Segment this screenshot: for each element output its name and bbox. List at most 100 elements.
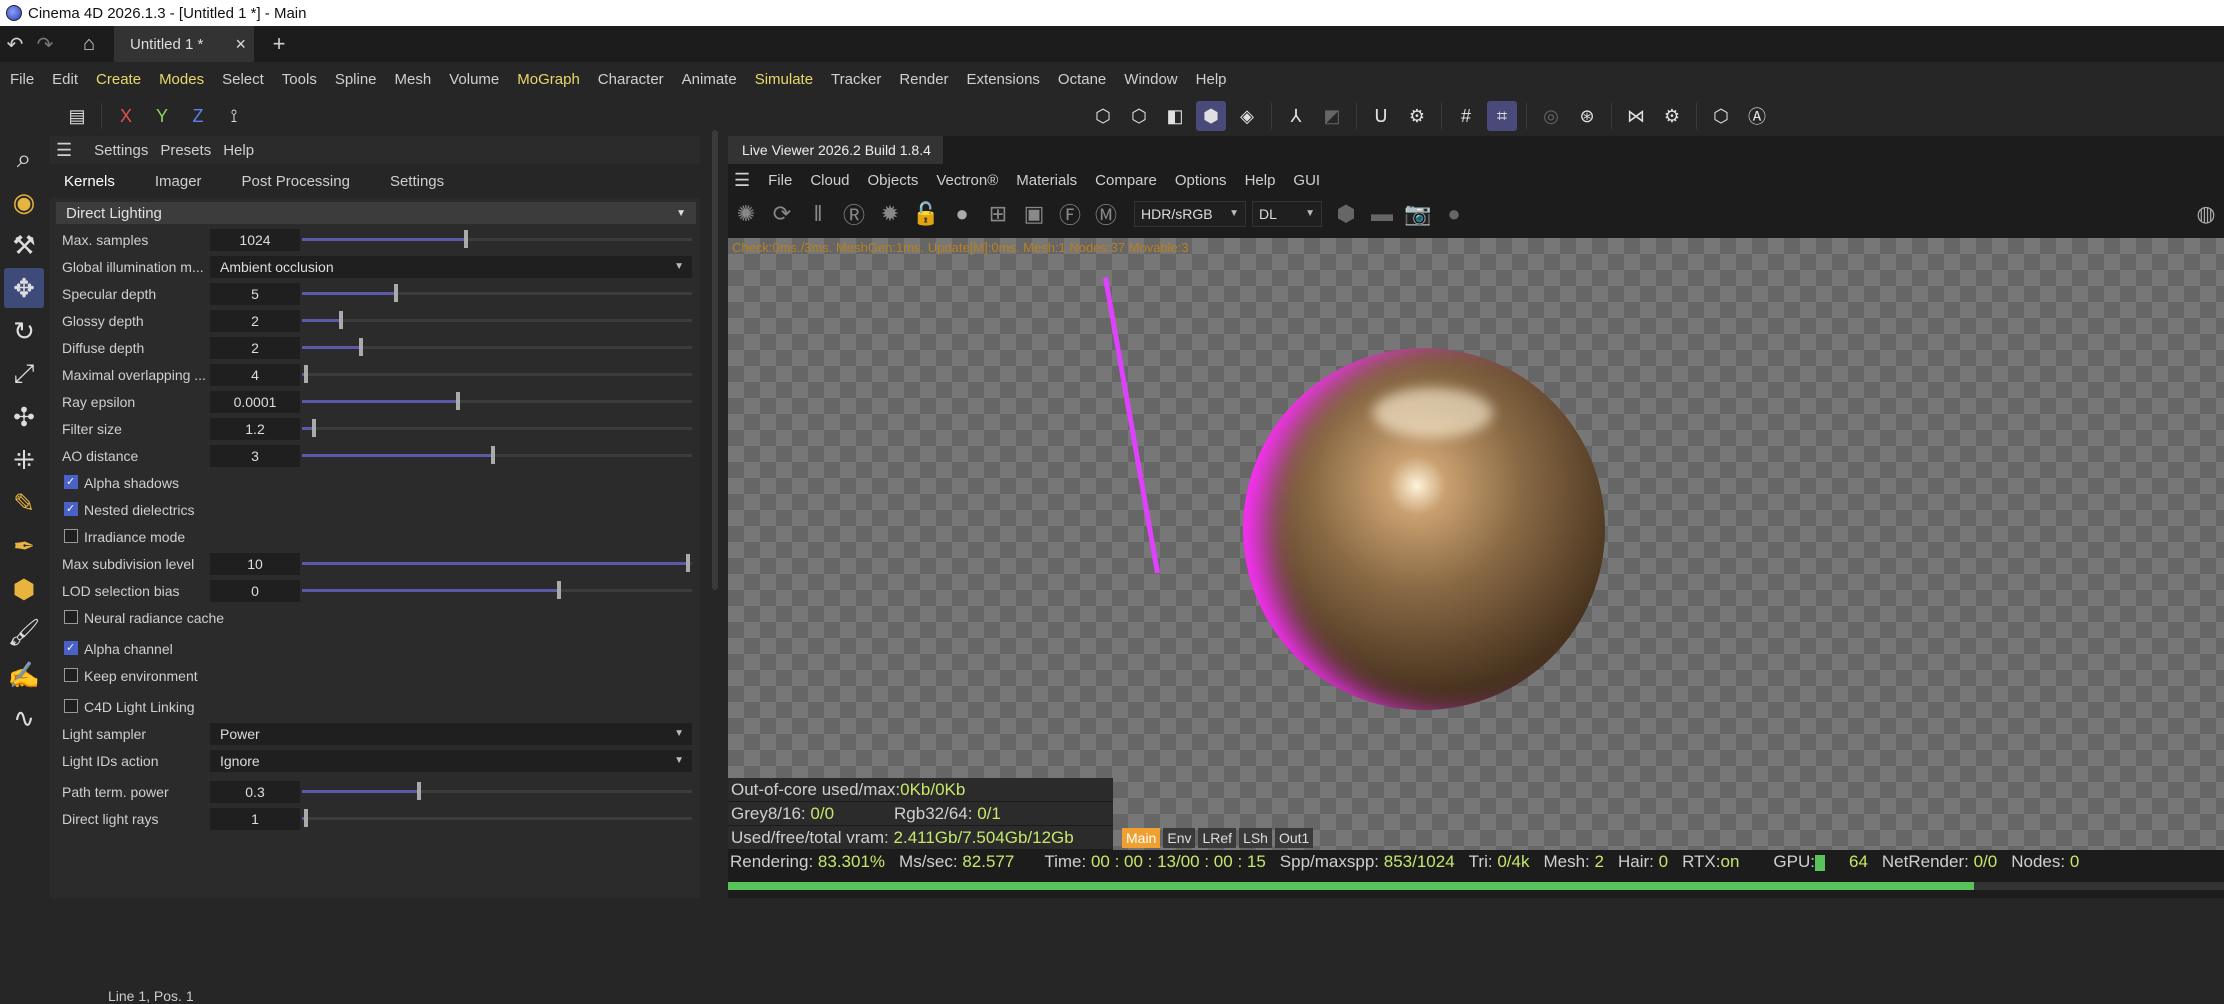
filter-size-field[interactable]: 1.2 xyxy=(210,417,300,440)
document-tab[interactable]: Untitled 1 * × xyxy=(114,26,254,62)
rotate-tool-icon[interactable]: ↻ xyxy=(4,311,44,351)
viewer-menu-materials[interactable]: Materials xyxy=(1016,172,1077,189)
undo-icon[interactable]: ↶ xyxy=(0,32,30,57)
menu-tracker[interactable]: Tracker xyxy=(831,71,881,88)
tab-post-processing[interactable]: Post Processing xyxy=(242,173,350,190)
sketch-tool-icon[interactable]: ∿ xyxy=(4,698,44,738)
model-mode-icon[interactable]: ⬢ xyxy=(1196,101,1226,131)
viewer-menu-cloud[interactable]: Cloud xyxy=(810,172,849,189)
symmetry-settings-icon[interactable]: ⚙ xyxy=(1657,101,1687,131)
pass-tab-env[interactable]: Env xyxy=(1163,828,1196,848)
restart-render-icon[interactable]: ⟳ xyxy=(766,198,798,230)
move-tool-icon[interactable]: ✥ xyxy=(4,268,44,308)
diffuse-depth-field[interactable]: 2 xyxy=(210,336,300,359)
panel-menu-presets[interactable]: Presets xyxy=(160,142,211,159)
viewer-menu-objects[interactable]: Objects xyxy=(868,172,919,189)
viewer-menu-options[interactable]: Options xyxy=(1175,172,1227,189)
menu-help[interactable]: Help xyxy=(1196,71,1227,88)
ray-epsilon-slider[interactable] xyxy=(302,392,692,410)
lod-bias-slider[interactable] xyxy=(302,581,692,599)
snap-settings-icon[interactable]: ⚙ xyxy=(1402,101,1432,131)
pick-object-icon[interactable]: ▣ xyxy=(1018,198,1050,230)
specular-depth-slider[interactable] xyxy=(302,284,692,302)
alpha-channel-checkbox[interactable] xyxy=(64,641,78,655)
menu-character[interactable]: Character xyxy=(598,71,664,88)
max-overlap-field[interactable]: 4 xyxy=(210,363,300,386)
panel-scrollbar[interactable] xyxy=(712,130,718,590)
render-region-icon[interactable]: ◎ xyxy=(1536,101,1566,131)
workplane-icon[interactable]: ◩ xyxy=(1317,101,1347,131)
y-axis-lock[interactable]: Y xyxy=(147,101,177,131)
spline-pen-icon[interactable]: ✒ xyxy=(4,526,44,566)
max-subdiv-slider[interactable] xyxy=(302,554,692,572)
keep-env-checkbox[interactable] xyxy=(64,668,78,682)
sds-icon[interactable]: Ⓐ xyxy=(1742,101,1772,131)
glossy-depth-field[interactable]: 2 xyxy=(210,309,300,332)
menu-spline[interactable]: Spline xyxy=(335,71,377,88)
transform-tool-icon[interactable]: ✣ xyxy=(4,397,44,437)
search-icon[interactable]: ⌕ xyxy=(4,139,44,179)
lod-bias-slider-handle[interactable] xyxy=(557,581,562,599)
ray-epsilon-field[interactable]: 0.0001 xyxy=(210,390,300,413)
add-tab-icon[interactable]: + xyxy=(264,31,294,57)
kernel-type-dropdown[interactable]: Direct Lighting ▼ xyxy=(56,202,696,224)
close-tab-icon[interactable]: × xyxy=(235,34,246,55)
viewer-menu-file[interactable]: File xyxy=(768,172,792,189)
panel-menu-help[interactable]: Help xyxy=(223,142,254,159)
glossy-depth-slider-handle[interactable] xyxy=(339,311,343,329)
viewport-solo-icon[interactable]: ⬡ xyxy=(1706,101,1736,131)
menu-modes[interactable]: Modes xyxy=(159,71,204,88)
tab-imager[interactable]: Imager xyxy=(155,173,202,190)
scale-tool-icon[interactable]: ⤢ xyxy=(4,354,44,394)
settings-gear-icon[interactable]: ✹ xyxy=(874,198,906,230)
path-term-slider-handle[interactable] xyxy=(417,782,421,800)
lock-icon[interactable]: 🔓 xyxy=(910,198,942,230)
render-canvas[interactable]: Check:0ms./3ms. MeshGen:1ms. Update[M]:0… xyxy=(728,238,2224,850)
uv-mode-icon[interactable]: ◈ xyxy=(1232,101,1262,131)
max-overlap-slider[interactable] xyxy=(302,365,692,383)
direct-rays-slider-handle[interactable] xyxy=(303,809,308,827)
placement-tool-icon[interactable]: ⁜ xyxy=(4,440,44,480)
menu-edit[interactable]: Edit xyxy=(52,71,78,88)
pass-tab-lsh[interactable]: LSh xyxy=(1239,828,1272,848)
points-mode-icon[interactable]: ⬡ xyxy=(1088,101,1118,131)
color-space-select[interactable]: HDR/sRGB xyxy=(1134,201,1246,227)
menu-animate[interactable]: Animate xyxy=(682,71,737,88)
tab-kernels[interactable]: Kernels xyxy=(64,173,115,190)
grid-snap-icon[interactable]: ⌗ xyxy=(1487,101,1517,131)
brush-tool-icon[interactable]: 🖌 xyxy=(4,612,44,652)
viewer-menu-help[interactable]: Help xyxy=(1245,172,1276,189)
light-linking-checkbox[interactable] xyxy=(64,699,78,713)
menu-octane[interactable]: Octane xyxy=(1058,71,1106,88)
color-picker-icon[interactable]: ● xyxy=(1438,198,1470,230)
live-viewer-tab[interactable]: Live Viewer 2026.2 Build 1.8.4 xyxy=(728,136,943,164)
edges-mode-icon[interactable]: ⬡ xyxy=(1124,101,1154,131)
specular-depth-field[interactable]: 5 xyxy=(210,282,300,305)
hamburger-menu-icon[interactable]: ☰ xyxy=(56,140,72,161)
direct-rays-field[interactable]: 1 xyxy=(210,807,300,830)
light-ids-dropdown[interactable]: Ignore xyxy=(210,749,692,772)
ao-distance-slider-handle[interactable] xyxy=(491,446,496,464)
menu-tools[interactable]: Tools xyxy=(282,71,317,88)
pick-add-icon[interactable]: ⊞ xyxy=(982,198,1014,230)
pass-tab-main[interactable]: Main xyxy=(1122,828,1161,848)
gi-mode-dropdown[interactable]: Ambient occlusion xyxy=(210,255,692,278)
ao-distance-slider[interactable] xyxy=(302,446,692,464)
axis-mode-icon[interactable]: ⅄ xyxy=(1281,101,1311,131)
menu-mesh[interactable]: Mesh xyxy=(395,71,432,88)
selection-tool-icon[interactable]: ◉ xyxy=(4,182,44,222)
lod-bias-field[interactable]: 0 xyxy=(210,579,300,602)
viewer-menu-compare[interactable]: Compare xyxy=(1095,172,1157,189)
menu-select[interactable]: Select xyxy=(222,71,264,88)
menu-render[interactable]: Render xyxy=(899,71,948,88)
path-term-slider[interactable] xyxy=(302,782,692,800)
magnet-snap-icon[interactable]: Ս xyxy=(1366,101,1396,131)
send-scene-icon[interactable]: ✺ xyxy=(730,198,762,230)
path-term-field[interactable]: 0.3 xyxy=(210,780,300,803)
viewer-menu-vectron[interactable]: Vectron® xyxy=(936,172,998,189)
viewer-menu-gui[interactable]: GUI xyxy=(1293,172,1320,189)
menu-window[interactable]: Window xyxy=(1124,71,1177,88)
direct-rays-slider[interactable] xyxy=(302,809,692,827)
max-samples-slider-handle[interactable] xyxy=(463,230,468,248)
max-samples-field[interactable]: 1024 xyxy=(210,228,300,251)
